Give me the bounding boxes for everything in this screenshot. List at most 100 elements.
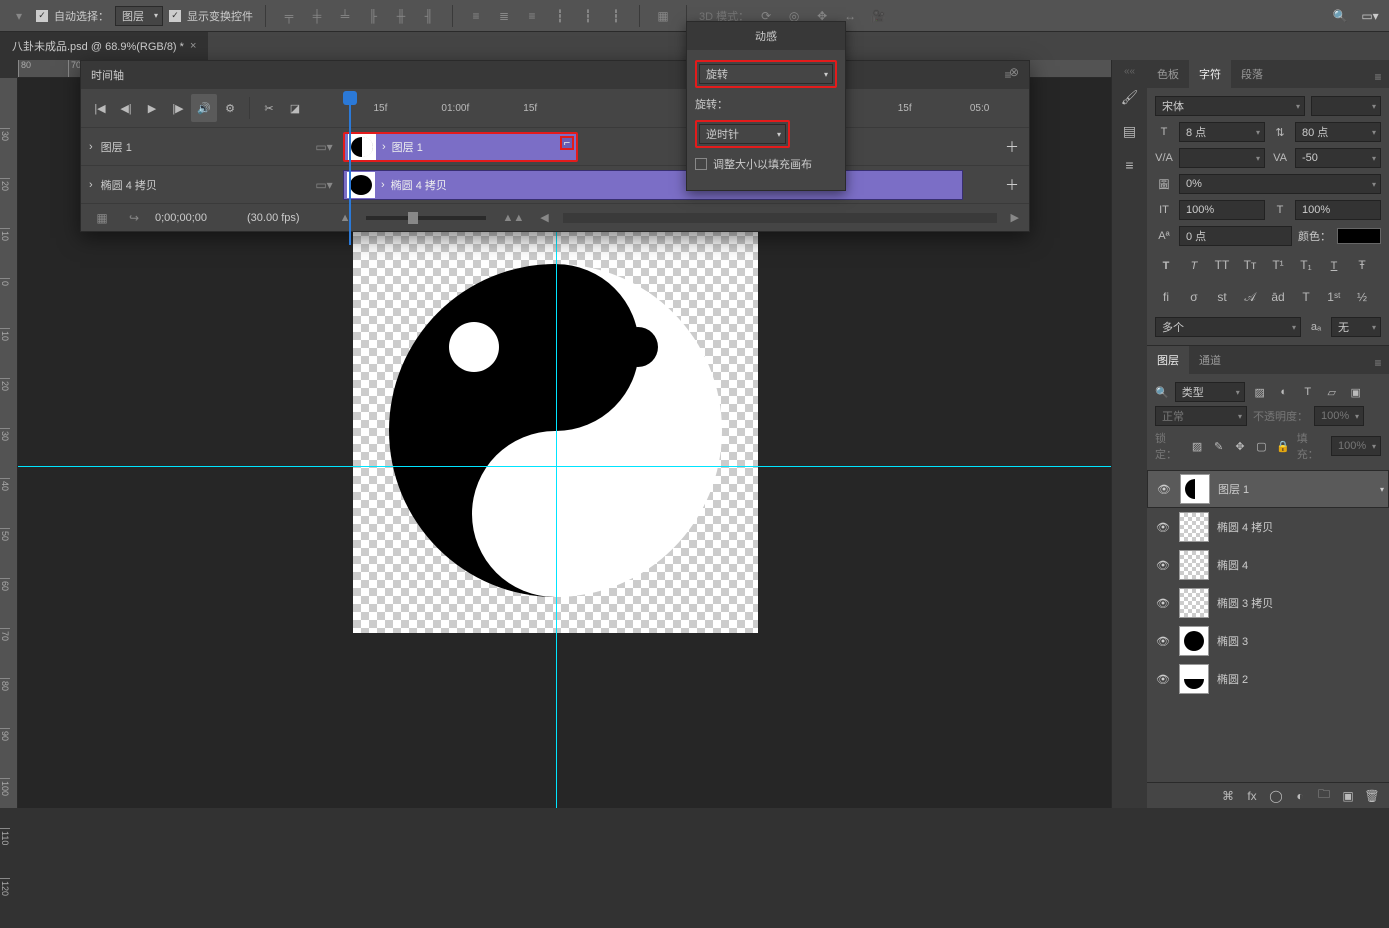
expand-icon[interactable]: › bbox=[89, 179, 93, 191]
tab-channels[interactable]: 通道 bbox=[1189, 346, 1231, 374]
layer-thumbnail[interactable] bbox=[1179, 588, 1209, 618]
align-top-icon[interactable]: ╤ bbox=[278, 5, 300, 27]
subscript-icon[interactable]: T₁ bbox=[1295, 258, 1317, 272]
font-family-select[interactable]: 宋体 bbox=[1155, 96, 1305, 116]
brushes-icon[interactable]: 🖌 bbox=[1116, 83, 1144, 111]
sigma-icon[interactable]: σ bbox=[1183, 290, 1205, 305]
layer-thumbnail[interactable] bbox=[1180, 474, 1210, 504]
fi-icon[interactable]: fi bbox=[1155, 290, 1177, 305]
layer-row[interactable]: 👁椭圆 3 bbox=[1147, 622, 1389, 660]
tab-layers[interactable]: 图层 bbox=[1147, 346, 1189, 374]
adjustment-icon[interactable]: ◐ bbox=[1291, 789, 1309, 803]
filter-adjust-icon[interactable]: ◐ bbox=[1275, 386, 1293, 398]
new-layer-icon[interactable]: ▣ bbox=[1339, 789, 1357, 803]
leading-field[interactable]: 80 点 bbox=[1295, 122, 1381, 142]
lock-brush-icon[interactable]: ✎ bbox=[1211, 440, 1226, 453]
resize-checkbox[interactable] bbox=[695, 158, 707, 170]
properties-icon[interactable]: ≡ bbox=[1116, 151, 1144, 179]
align-left-icon[interactable]: ╟ bbox=[362, 5, 384, 27]
add-track-icon[interactable]: ＋ bbox=[1001, 174, 1023, 196]
prev-frame-icon[interactable]: ◀| bbox=[113, 94, 139, 122]
swash-icon[interactable]: 𝒜 bbox=[1239, 290, 1261, 305]
visibility-icon[interactable]: 👁 bbox=[1156, 483, 1172, 496]
playhead[interactable] bbox=[343, 91, 357, 123]
bold-icon[interactable]: T bbox=[1155, 258, 1177, 272]
link-icon[interactable]: ⌘ bbox=[1219, 789, 1237, 803]
visibility-icon[interactable]: 👁 bbox=[1155, 635, 1171, 648]
layer-row[interactable]: 👁椭圆 2 bbox=[1147, 660, 1389, 698]
settings-icon[interactable]: ⚙ bbox=[217, 94, 243, 122]
clip-end-handle[interactable]: ⌐ bbox=[560, 136, 574, 150]
layer-row[interactable]: 👁椭圆 3 拷贝 bbox=[1147, 584, 1389, 622]
filter-smart-icon[interactable]: ▣ bbox=[1347, 386, 1365, 399]
distrib-left-icon[interactable]: ┇ bbox=[549, 5, 571, 27]
history-icon[interactable]: ▤ bbox=[1116, 117, 1144, 145]
st-icon[interactable]: st bbox=[1211, 290, 1233, 305]
italic-icon[interactable]: T bbox=[1183, 258, 1205, 272]
timeline-header[interactable]: 时间轴 ≡ ⊗ bbox=[81, 61, 1029, 89]
group-icon[interactable]: 🗀 bbox=[1315, 785, 1333, 806]
visibility-icon[interactable]: 👁 bbox=[1155, 559, 1171, 572]
auto-select-checkbox[interactable]: ✓ bbox=[36, 10, 48, 22]
baseline-field[interactable]: 0 点 bbox=[1179, 226, 1292, 246]
fx-icon[interactable]: fx bbox=[1243, 789, 1261, 803]
antialias-select[interactable]: 无 bbox=[1331, 317, 1381, 337]
lock-position-icon[interactable]: ✥ bbox=[1232, 440, 1247, 453]
track-options-icon[interactable]: ▭▾ bbox=[313, 174, 335, 196]
text-color-swatch[interactable] bbox=[1337, 228, 1381, 244]
goto-first-icon[interactable]: |◀ bbox=[87, 94, 113, 122]
font-style-select[interactable] bbox=[1311, 96, 1381, 116]
distrib-top-icon[interactable]: ≡ bbox=[465, 5, 487, 27]
next-frame-icon[interactable]: |▶ bbox=[165, 94, 191, 122]
split-icon[interactable]: ✂ bbox=[256, 94, 282, 122]
zoom-slider[interactable] bbox=[366, 216, 486, 220]
clip-ellipse4copy[interactable]: › 椭圆 4 拷贝 bbox=[343, 170, 963, 200]
panel-menu-icon[interactable]: ≡ bbox=[1367, 352, 1389, 374]
superscript-icon[interactable]: T¹ bbox=[1267, 258, 1289, 272]
layer-thumbnail[interactable] bbox=[1179, 550, 1209, 580]
tab-character[interactable]: 字符 bbox=[1189, 60, 1231, 88]
visibility-icon[interactable]: 👁 bbox=[1155, 597, 1171, 610]
time-ruler[interactable]: 15f01:00f15f15f04:00f15f05:0 bbox=[343, 89, 1017, 127]
ordinal-icon[interactable]: 1ˢᵗ bbox=[1323, 290, 1345, 305]
strike-icon[interactable]: Ŧ bbox=[1351, 258, 1373, 272]
render-icon[interactable]: ↪ bbox=[123, 207, 145, 229]
layer-thumbnail[interactable] bbox=[1179, 512, 1209, 542]
scale-field[interactable]: 0% bbox=[1179, 174, 1381, 194]
layer-thumbnail[interactable] bbox=[1179, 664, 1209, 694]
home-icon[interactable]: ▾ bbox=[8, 5, 30, 27]
align-hcenter-icon[interactable]: ╫ bbox=[390, 5, 412, 27]
tab-paragraph[interactable]: 段落 bbox=[1231, 60, 1273, 88]
kerning-field[interactable] bbox=[1179, 148, 1265, 168]
layer-row[interactable]: 👁椭圆 4 拷贝 bbox=[1147, 508, 1389, 546]
filter-type-icon[interactable]: T bbox=[1299, 386, 1317, 398]
tab-swatches[interactable]: 色板 bbox=[1147, 60, 1189, 88]
lock-artboard-icon[interactable]: ▢ bbox=[1254, 440, 1269, 453]
document-tab[interactable]: 八卦未成品.psd @ 68.9%(RGB/8) * × bbox=[0, 32, 208, 60]
scroll-left-icon[interactable]: ◀ bbox=[540, 211, 548, 224]
workspace-icon[interactable]: ▭▾ bbox=[1359, 5, 1381, 27]
close-tab-icon[interactable]: × bbox=[190, 40, 196, 52]
panel-menu-icon[interactable]: ≡ bbox=[1367, 66, 1389, 88]
h-scrollbar[interactable] bbox=[563, 213, 997, 223]
convert-frames-icon[interactable]: ▦ bbox=[91, 207, 113, 229]
zoom-in-icon[interactable]: ▲▲ bbox=[502, 212, 524, 224]
expand-icon[interactable]: › bbox=[89, 141, 93, 153]
audio-icon[interactable]: 🔊 bbox=[191, 94, 217, 122]
scroll-right-icon[interactable]: ▶ bbox=[1011, 211, 1019, 224]
search-icon[interactable]: 🔍 bbox=[1155, 386, 1169, 399]
transition-icon[interactable]: ◪ bbox=[282, 94, 308, 122]
distrib-vcenter-icon[interactable]: ≣ bbox=[493, 5, 515, 27]
hscale-field[interactable]: 100% bbox=[1295, 200, 1381, 220]
filter-shape-icon[interactable]: ▱ bbox=[1323, 386, 1341, 399]
lock-all-icon[interactable]: 🔒 bbox=[1275, 440, 1290, 453]
lock-pixels-icon[interactable]: ▨ bbox=[1189, 440, 1204, 453]
layer-row[interactable]: 👁椭圆 4 bbox=[1147, 546, 1389, 584]
close-icon[interactable]: ⊗ bbox=[1003, 61, 1025, 83]
opacity-field[interactable]: 100% bbox=[1314, 406, 1364, 426]
tracking-field[interactable]: -50 bbox=[1295, 148, 1381, 168]
layer-filter-select[interactable]: 类型 bbox=[1175, 382, 1245, 402]
filter-image-icon[interactable]: ▨ bbox=[1251, 386, 1269, 399]
visibility-icon[interactable]: 👁 bbox=[1155, 521, 1171, 534]
align-right-icon[interactable]: ╢ bbox=[418, 5, 440, 27]
